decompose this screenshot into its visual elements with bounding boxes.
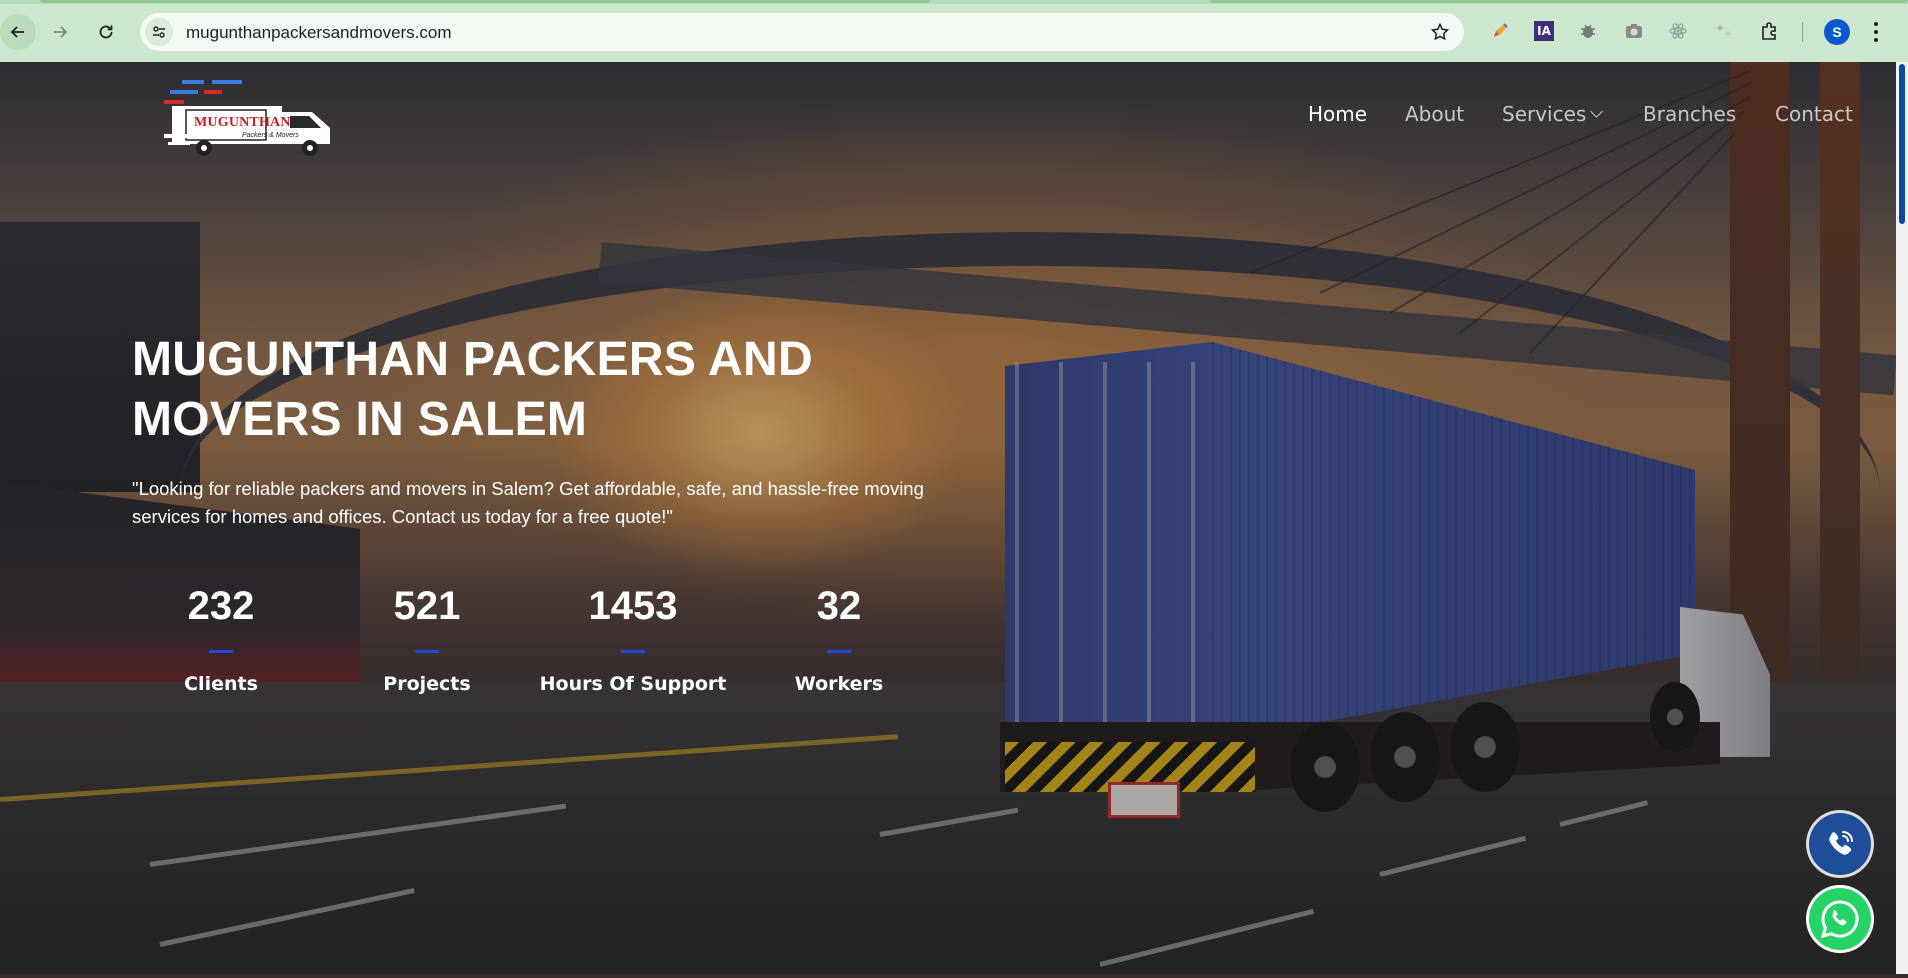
react-extension-icon[interactable] xyxy=(1666,19,1690,43)
nav-home[interactable]: Home xyxy=(1308,102,1367,126)
bug-extension-icon[interactable] xyxy=(1576,19,1600,43)
phone-call-icon xyxy=(1829,831,1853,855)
back-arrow-icon xyxy=(10,26,24,38)
whatsapp-button[interactable] xyxy=(1809,888,1871,950)
profile-avatar[interactable]: S xyxy=(1824,19,1850,45)
forward-button[interactable] xyxy=(42,14,78,50)
puzzle-extensions-icon[interactable] xyxy=(1758,19,1782,43)
whatsapp-icon xyxy=(1820,900,1859,939)
nav-contact[interactable]: Contact xyxy=(1775,102,1853,126)
site-info-icon xyxy=(153,26,165,38)
logo-wordmark: MUGUNTHAN xyxy=(194,115,291,130)
toolbar-divider xyxy=(1802,22,1803,42)
stat-value: 232 xyxy=(187,584,255,628)
stat-label: Hours Of Support xyxy=(539,673,727,695)
hero-title-line1: MUGUNTHAN PACKERS AND xyxy=(132,333,813,386)
stat-label: Clients xyxy=(184,673,258,695)
ia-extension-icon[interactable]: IA xyxy=(1532,19,1556,43)
stat-accent-bar xyxy=(209,650,233,653)
stat-value: 521 xyxy=(393,584,461,628)
stat-hours-of-support: 1453 Hours Of Support xyxy=(533,582,733,695)
scrollbar-thumb[interactable] xyxy=(1899,64,1905,224)
stat-label: Workers xyxy=(794,673,884,695)
bookmark-star-icon[interactable] xyxy=(1430,22,1450,42)
url-text[interactable]: mugunthanpackersandmovers.com xyxy=(186,23,452,43)
stat-value: 1453 xyxy=(588,584,678,628)
stat-accent-bar xyxy=(827,650,851,653)
stat-accent-bar xyxy=(415,650,439,653)
forward-arrow-icon xyxy=(54,26,68,38)
stat-clients: 232 Clients xyxy=(121,582,321,695)
nav-services-label: Services xyxy=(1502,102,1587,126)
reload-icon xyxy=(99,25,113,39)
page-scrollbar[interactable] xyxy=(1896,62,1908,974)
call-button[interactable] xyxy=(1809,813,1871,875)
hero-description: "Looking for reliable packers and movers… xyxy=(132,478,924,527)
stat-workers: 32 Workers xyxy=(739,582,939,695)
tab-strip xyxy=(0,0,1908,4)
stat-projects: 521 Projects xyxy=(327,582,527,695)
stars-extension-icon[interactable] xyxy=(1712,19,1736,43)
back-button[interactable] xyxy=(0,14,36,50)
kebab-menu-icon[interactable] xyxy=(1872,20,1880,44)
stat-accent-bar xyxy=(621,650,645,653)
site-info-button[interactable] xyxy=(145,18,173,46)
hero-title-line2: MOVERS IN SALEM xyxy=(132,393,588,446)
logo-tagline: Packers & Movers xyxy=(242,132,299,139)
hero-title: MUGUNTHAN PACKERS AND MOVERS IN SALEM xyxy=(132,330,892,450)
reload-button[interactable] xyxy=(88,14,124,50)
page-viewport: MUGUNTHAN Packers & Movers Home About Se… xyxy=(0,62,1896,974)
site-logo[interactable]: MUGUNTHAN Packers & Movers xyxy=(164,76,340,158)
pencil-extension-icon[interactable] xyxy=(1488,19,1512,43)
camera-extension-icon[interactable] xyxy=(1622,19,1646,43)
nav-about[interactable]: About xyxy=(1405,102,1464,126)
page-bottom-edge xyxy=(0,974,1908,978)
browser-toolbar: mugunthanpackersandmovers.com IA S xyxy=(0,0,1908,62)
nav-services[interactable]: Services xyxy=(1502,102,1604,126)
chevron-down-icon xyxy=(1590,105,1604,118)
address-bar[interactable]: mugunthanpackersandmovers.com xyxy=(140,13,1464,51)
profile-initial: S xyxy=(1832,24,1842,40)
nav-branches[interactable]: Branches xyxy=(1643,102,1736,126)
stat-value: 32 xyxy=(816,584,862,628)
stat-label: Projects xyxy=(383,673,471,695)
